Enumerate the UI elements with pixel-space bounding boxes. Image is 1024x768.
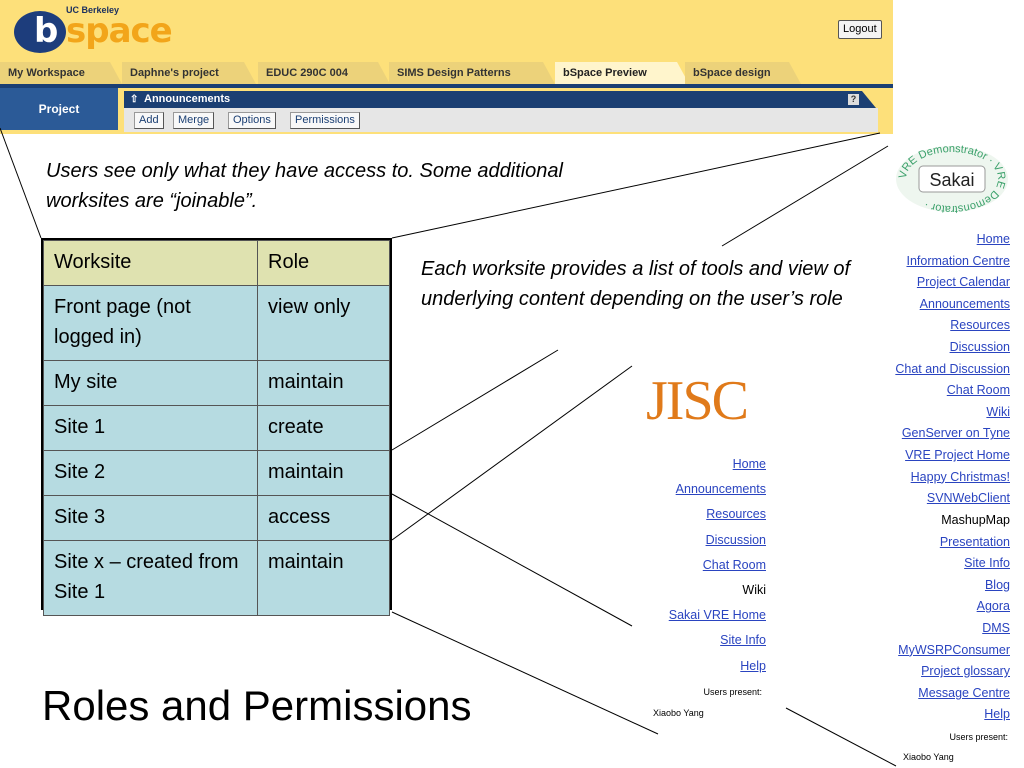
- sakai-tool-menu: Home Information Centre Project Calendar An…: [888, 229, 1010, 726]
- jisc-menu-item-home[interactable]: Home: [640, 453, 766, 478]
- table-row: Front page (not logged in) view only: [43, 285, 390, 361]
- slide-title: Roles and Permissions: [42, 682, 472, 729]
- table-row: Site x – created from Site 1 maintain: [43, 540, 390, 616]
- sakai-menu-item-mywsrpconsumer[interactable]: MyWSRPConsumer: [888, 640, 1010, 662]
- connector-line: [391, 493, 633, 627]
- connector-line: [721, 145, 889, 247]
- role-cell: maintain: [257, 450, 390, 496]
- role-cell: maintain: [257, 360, 390, 406]
- sakai-menu-item-home[interactable]: Home: [888, 229, 1010, 251]
- sakai-menu-item-chat-room[interactable]: Chat Room: [888, 380, 1010, 402]
- sakai-menu-item-genserver-on-tyne[interactable]: GenServer on Tyne: [888, 423, 1010, 445]
- worksite-cell: Site 1: [43, 405, 258, 451]
- sakai-menu-item-site-info[interactable]: Site Info: [888, 553, 1010, 575]
- role-cell: maintain: [257, 540, 390, 616]
- sakai-menu-item-agora[interactable]: Agora: [888, 596, 1010, 618]
- roles-table: Worksite Role Front page (not logged in)…: [41, 238, 392, 616]
- connector-line: [0, 127, 42, 239]
- table-row: My site maintain: [43, 360, 390, 406]
- sakai-users-present-label: Users present:: [949, 732, 1008, 742]
- table-row: Site 1 create: [43, 405, 390, 451]
- jisc-menu-item-resources[interactable]: Resources: [640, 503, 766, 528]
- sakai-menu-item-happy-christmas[interactable]: Happy Christmas!: [888, 467, 1010, 489]
- sakai-menu-item-mashupmap: MashupMap: [941, 512, 1010, 527]
- jisc-menu-item-site-info[interactable]: Site Info: [640, 629, 766, 654]
- sakai-menu-item-project-calendar[interactable]: Project Calendar: [888, 272, 1010, 294]
- jisc-menu-item-announcements[interactable]: Announcements: [640, 478, 766, 503]
- worksite-cell: Site 2: [43, 450, 258, 496]
- table-header-row: Worksite Role: [43, 240, 390, 286]
- jisc-menu-item-help[interactable]: Help: [640, 655, 766, 680]
- role-cell: view only: [257, 285, 390, 361]
- sakai-menu-item-discussion[interactable]: Discussion: [888, 337, 1010, 359]
- sakai-menu-item-message-centre[interactable]: Message Centre: [888, 683, 1010, 705]
- sakai-menu-item-blog[interactable]: Blog: [888, 575, 1010, 597]
- sakai-menu-item-presentation[interactable]: Presentation: [888, 532, 1010, 554]
- jisc-users-present-label: Users present:: [703, 687, 762, 697]
- sakai-menu-item-help[interactable]: Help: [888, 704, 1010, 726]
- caption-access: Users see only what they have access to.…: [46, 160, 563, 212]
- caption-tools: Each worksite provides a list of tools a…: [421, 258, 851, 310]
- logo-sakai-name: Sakai: [929, 170, 974, 190]
- worksite-cell: Front page (not logged in): [43, 285, 258, 361]
- sakai-menu-item-chat-and-discussion[interactable]: Chat and Discussion: [888, 359, 1010, 381]
- column-header: Role: [257, 240, 390, 286]
- jisc-user-name: Xiaobo Yang: [653, 708, 704, 718]
- sakai-menu-item-resources[interactable]: Resources: [888, 315, 1010, 337]
- worksite-cell: My site: [43, 360, 258, 406]
- sakai-user-name: Xiaobo Yang: [903, 752, 954, 762]
- jisc-menu-item-wiki: Wiki: [742, 582, 766, 597]
- sakai-menu-item-project-glossary[interactable]: Project glossary: [888, 661, 1010, 683]
- table-row: Site 3 access: [43, 495, 390, 541]
- sakai-menu-item-information-centre[interactable]: Information Centre: [888, 251, 1010, 273]
- sakai-menu-item-svnwebclient[interactable]: SVNWebClient: [888, 488, 1010, 510]
- table-row: Site 2 maintain: [43, 450, 390, 496]
- connector-line: [785, 707, 897, 767]
- jisc-menu-item-discussion[interactable]: Discussion: [640, 529, 766, 554]
- sakai-menu-item-announcements[interactable]: Announcements: [888, 294, 1010, 316]
- sakai-menu-item-wiki[interactable]: Wiki: [888, 402, 1010, 424]
- connector-line: [391, 349, 559, 451]
- jisc-logo: JISC: [646, 370, 749, 432]
- sakai-menu-item-dms[interactable]: DMS: [888, 618, 1010, 640]
- role-cell: create: [257, 405, 390, 451]
- sakai-vre-logo: VRE Demonstrator · VRE Demonstrator · Sa…: [896, 144, 1008, 214]
- role-cell: access: [257, 495, 390, 541]
- sakai-menu-item-vre-project-home[interactable]: VRE Project Home: [888, 445, 1010, 467]
- worksite-cell: Site x – created from Site 1: [43, 540, 258, 616]
- worksite-cell: Site 3: [43, 495, 258, 541]
- jisc-menu-item-sakai-vre-home[interactable]: Sakai VRE Home: [640, 604, 766, 629]
- jisc-menu-item-chat-room[interactable]: Chat Room: [640, 554, 766, 579]
- jisc-tool-menu: Home Announcements Resources Discussion Chat…: [640, 453, 766, 680]
- column-header: Worksite: [43, 240, 258, 286]
